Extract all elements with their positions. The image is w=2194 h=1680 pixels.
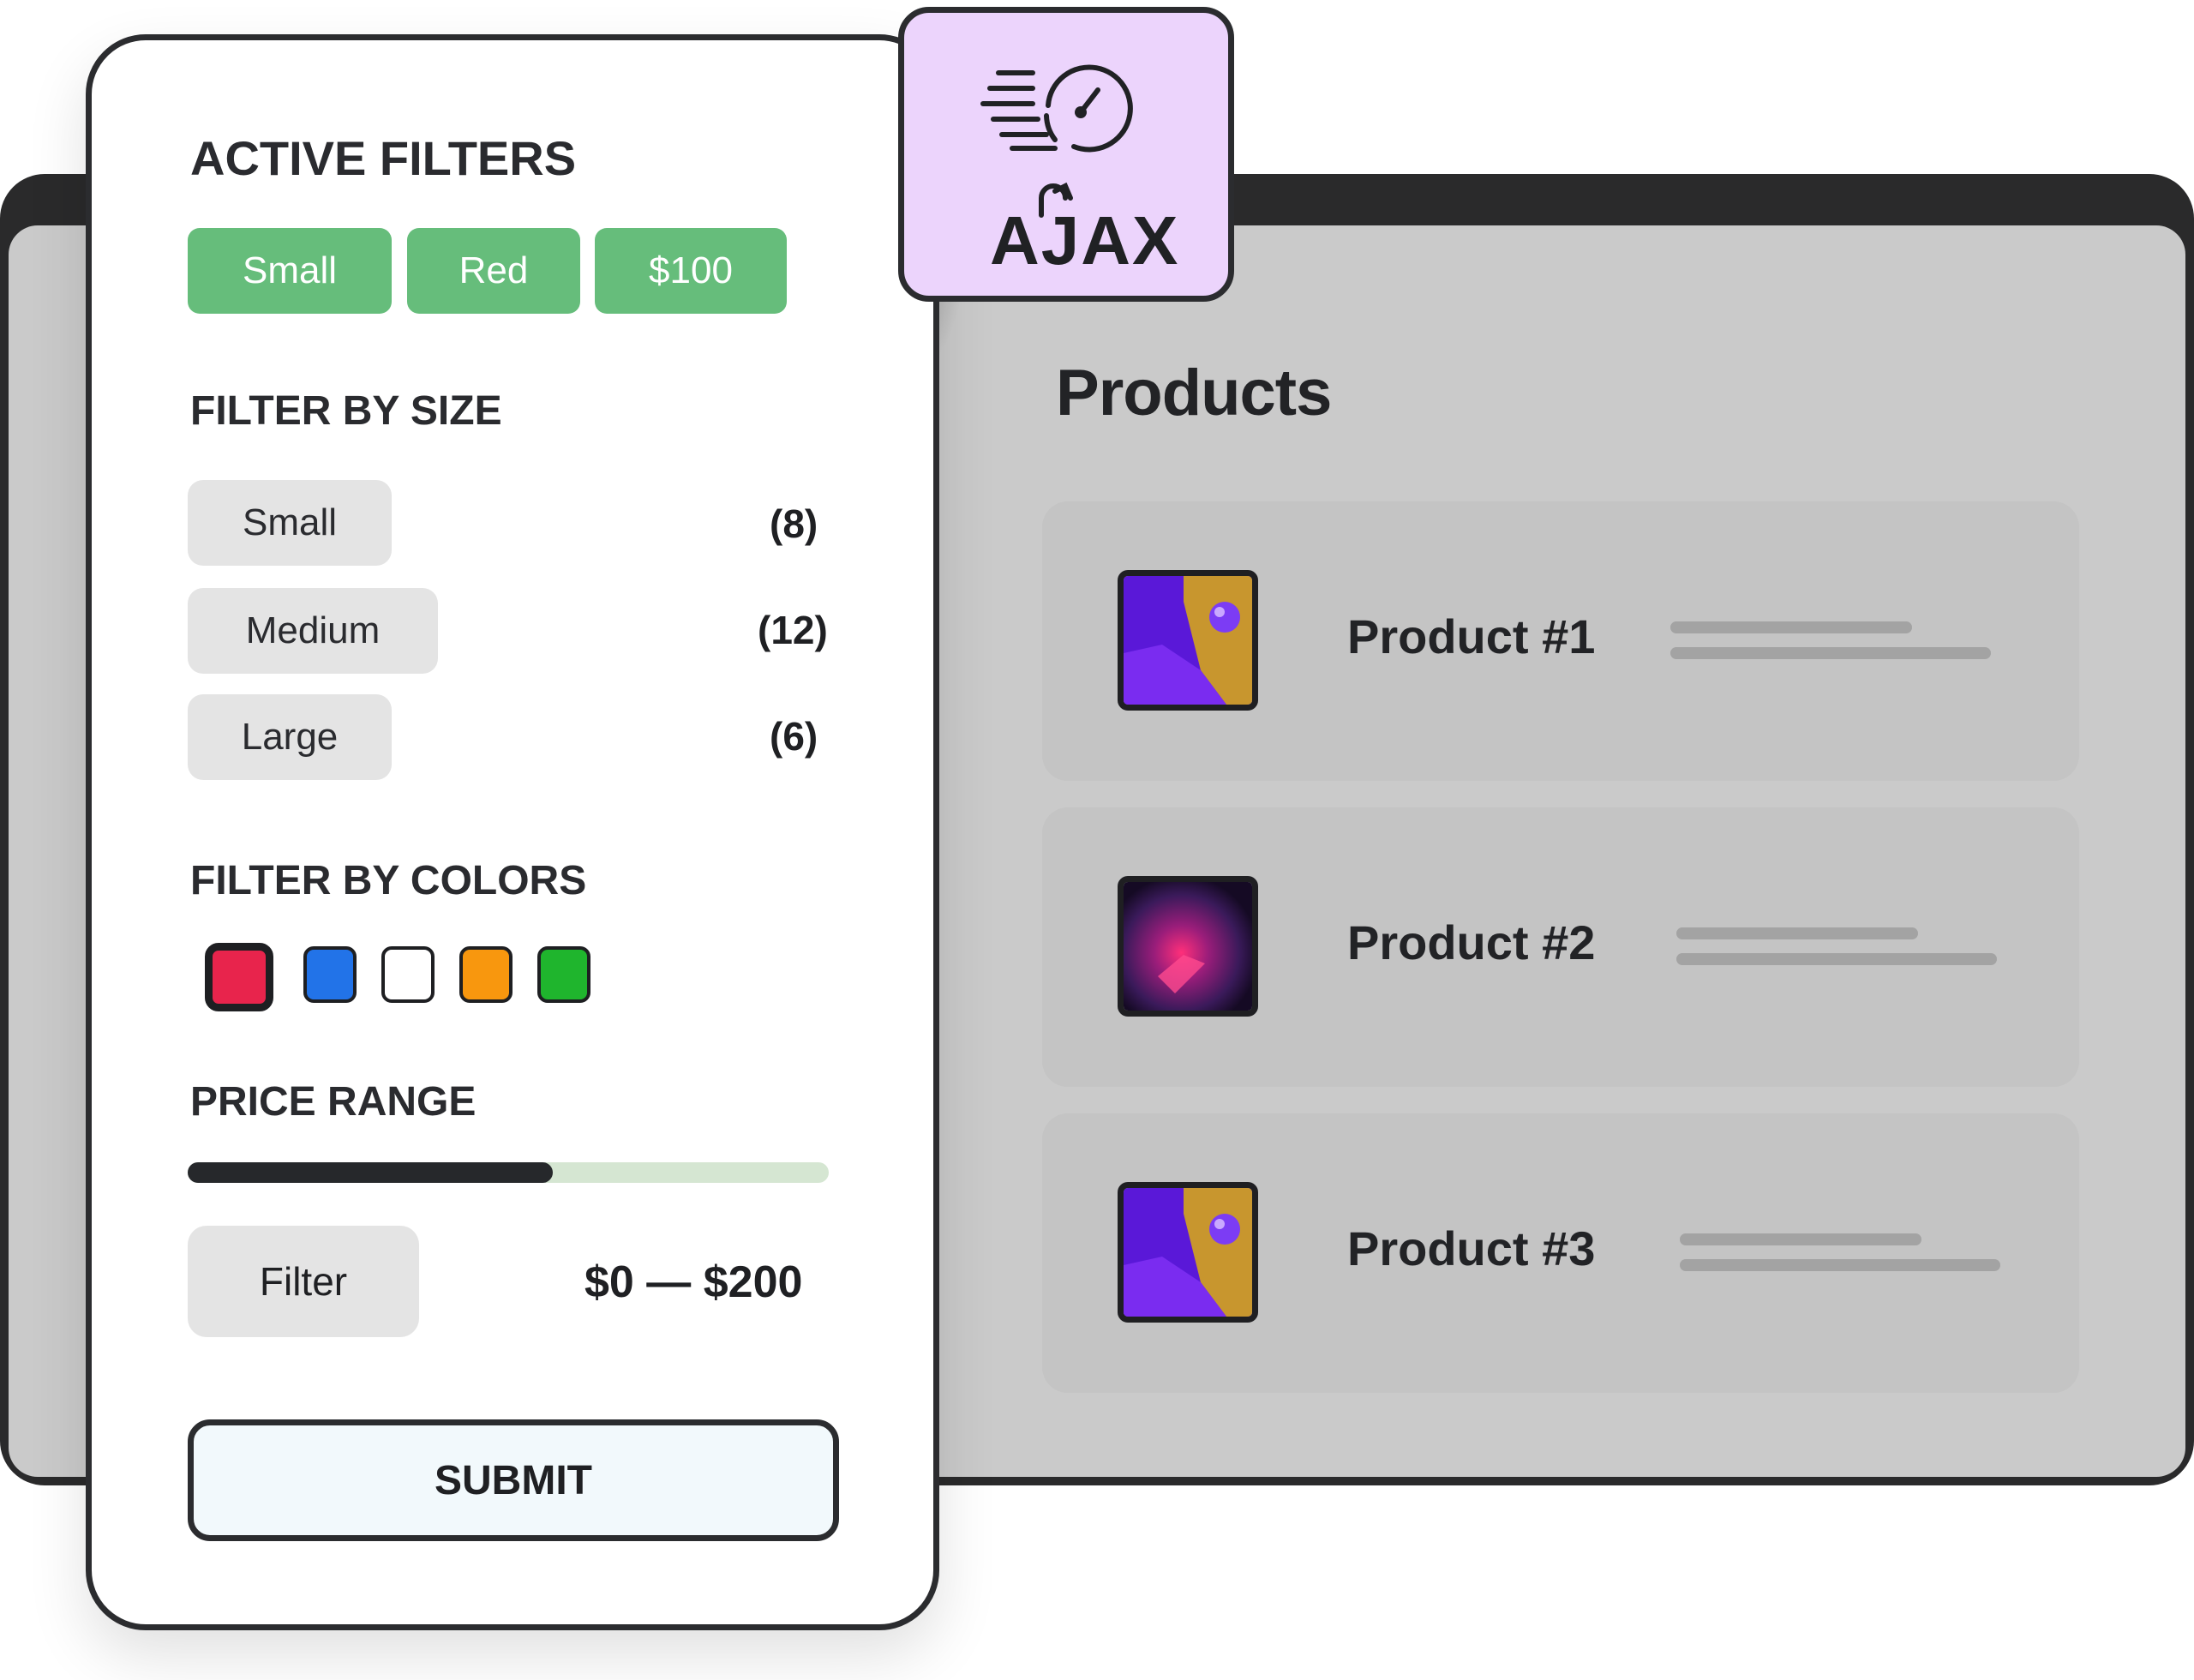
ajax-badge: AJAX xyxy=(898,7,1234,302)
product-desc-line xyxy=(1680,1233,1921,1245)
product-desc-line xyxy=(1670,647,1991,659)
color-swatch-green[interactable] xyxy=(537,946,590,1003)
product-desc-line xyxy=(1680,1259,2000,1271)
size-count-small: (8) xyxy=(770,501,818,546)
size-count-medium: (12) xyxy=(758,608,828,652)
size-count-large: (6) xyxy=(770,714,818,759)
price-range-title: PRICE RANGE xyxy=(190,1079,477,1125)
size-option-medium[interactable]: Medium xyxy=(188,588,438,674)
product-name[interactable]: Product #1 xyxy=(1347,609,1595,664)
products-title: Products xyxy=(1056,357,1332,429)
product-thumbnail xyxy=(1118,570,1258,711)
product-name[interactable]: Product #2 xyxy=(1347,915,1595,970)
price-range-value: $0 — $200 xyxy=(584,1257,803,1307)
product-desc-line xyxy=(1670,621,1912,633)
product-row-1[interactable]: Product #1 xyxy=(1042,501,2079,781)
product-desc-line xyxy=(1676,927,1918,939)
active-filters-title: ACTIVE FILTERS xyxy=(190,131,577,185)
price-range-fill xyxy=(188,1162,554,1183)
product-row-3[interactable]: Product #3 xyxy=(1042,1113,2079,1393)
price-range-slider[interactable] xyxy=(188,1162,829,1183)
filter-by-colors-title: FILTER BY COLORS xyxy=(190,858,587,903)
color-swatch-orange[interactable] xyxy=(459,946,513,1003)
product-name[interactable]: Product #3 xyxy=(1347,1221,1595,1276)
filter-button[interactable]: Filter xyxy=(188,1226,419,1337)
submit-button[interactable]: SUBMIT xyxy=(188,1419,839,1541)
color-swatch-red[interactable] xyxy=(205,943,273,1011)
filter-by-size-title: FILTER BY SIZE xyxy=(190,388,502,434)
product-thumbnail xyxy=(1118,1182,1258,1323)
active-filter-chip-size[interactable]: Small xyxy=(188,228,392,314)
color-swatch-blue[interactable] xyxy=(303,946,357,1003)
size-option-large[interactable]: Large xyxy=(188,694,392,780)
product-row-2[interactable]: Product #2 xyxy=(1042,807,2079,1087)
active-filter-chip-price[interactable]: $100 xyxy=(595,228,787,314)
product-thumbnail xyxy=(1118,876,1258,1017)
size-option-small[interactable]: Small xyxy=(188,480,392,566)
ajax-label: AJAX xyxy=(990,202,1180,279)
product-desc-line xyxy=(1676,953,1997,965)
color-swatch-white[interactable] xyxy=(381,946,435,1003)
active-filter-chip-color[interactable]: Red xyxy=(407,228,580,314)
